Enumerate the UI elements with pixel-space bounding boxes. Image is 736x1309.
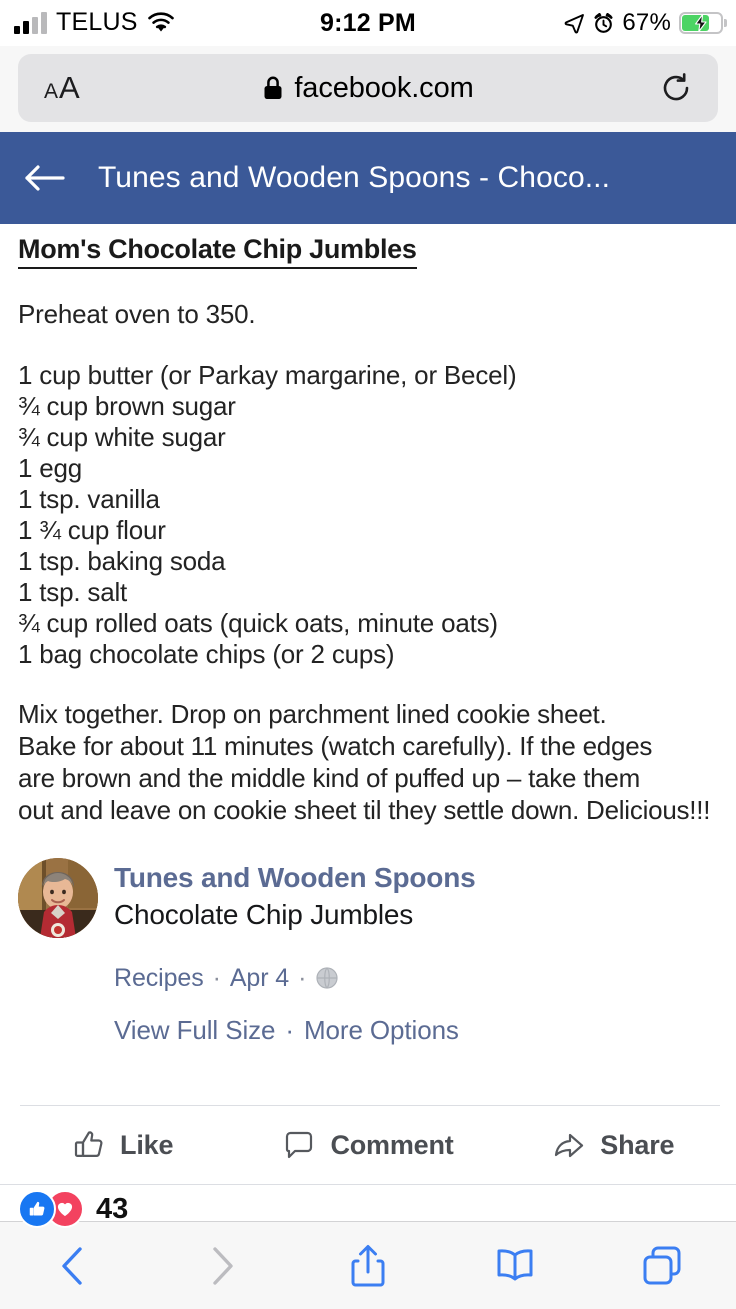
post-links: View Full Size · More Options — [18, 1015, 718, 1046]
post-attribution: Tunes and Wooden Spoons Chocolate Chip J… — [0, 858, 736, 1046]
list-item: ¾ cup brown sugar — [18, 391, 236, 421]
address-bar[interactable]: AAAA facebook.com — [18, 54, 718, 122]
browser-bookmarks-button[interactable] — [442, 1246, 589, 1286]
post-caption: Chocolate Chip Jumbles — [114, 899, 414, 930]
tabs-icon — [643, 1246, 681, 1284]
album-link[interactable]: Recipes — [114, 964, 204, 993]
browser-back-button[interactable] — [0, 1244, 147, 1288]
page-name-link[interactable]: Tunes and Wooden Spoons — [114, 860, 476, 896]
chevron-left-icon — [61, 1246, 82, 1285]
instruction-line: out and leave on cookie sheet til they s… — [18, 795, 711, 825]
view-full-size-link[interactable]: View Full Size — [114, 1015, 276, 1046]
reaction-badges — [18, 1190, 84, 1228]
chevron-right-icon — [213, 1246, 233, 1285]
instruction-line: Mix together. Drop on parchment lined co… — [18, 699, 607, 729]
ingredient-list: 1 cup butter (or Parkay margarine, or Be… — [18, 360, 718, 670]
instruction-line: are brown and the middle kind of puffed … — [18, 763, 640, 793]
recipe-title: Mom's Chocolate Chip Jumbles — [18, 234, 417, 269]
url-text: facebook.com — [294, 71, 474, 104]
list-item: 1 egg — [18, 453, 83, 483]
instruction-line: Bake for about 11 minutes (watch careful… — [18, 731, 653, 761]
location-arrow-icon — [563, 12, 585, 34]
browser-forward-button — [147, 1244, 294, 1288]
arrow-left-icon[interactable] — [22, 162, 66, 194]
status-bar: TELUS 9:12 PM 67% — [0, 0, 736, 46]
list-item: 1 bag chocolate chips (or 2 cups) — [18, 639, 395, 669]
lock-icon — [262, 75, 284, 101]
screen: TELUS 9:12 PM 67% A A facebook.com Tunes… — [0, 0, 736, 1309]
post-date: Apr 4 — [229, 964, 290, 992]
facebook-nav-header: Tunes and Wooden Spoons - Choco... — [0, 132, 736, 224]
share-button[interactable]: Share — [491, 1128, 736, 1162]
browser-url-bar-area: AAAA facebook.com — [0, 46, 736, 132]
comment-bubble-icon — [282, 1128, 316, 1162]
share-label: Share — [600, 1129, 675, 1160]
comment-label: Comment — [330, 1129, 454, 1160]
meta-separator: · — [212, 964, 221, 992]
like-label: Like — [120, 1129, 174, 1160]
meta-separator-2: · — [298, 964, 307, 992]
list-item: ¾ cup white sugar — [18, 422, 226, 452]
share-arrow-icon — [552, 1128, 586, 1162]
battery-percent-label: 67% — [622, 9, 671, 36]
list-item: 1 cup butter (or Parkay margarine, or Be… — [18, 360, 517, 390]
post-action-bar: Like Comment Share — [0, 1106, 736, 1184]
safari-bottom-toolbar — [0, 1221, 736, 1309]
list-item: 1 ¾ cup flour — [18, 515, 166, 545]
browser-tabs-button[interactable] — [589, 1245, 736, 1287]
thumbs-up-icon — [72, 1128, 106, 1162]
recipe-image-content: Mom's Chocolate Chip Jumbles Preheat ove… — [0, 224, 736, 848]
browser-share-button[interactable] — [294, 1242, 441, 1290]
like-reaction-icon — [18, 1190, 56, 1228]
list-item: 1 tsp. salt — [18, 577, 128, 607]
list-item: ¾ cup rolled oats (quick oats, minute oa… — [18, 608, 498, 638]
links-separator: · — [285, 1015, 294, 1045]
divider-below-actions — [0, 1184, 736, 1185]
alarm-clock-icon — [593, 12, 614, 34]
recipe-instructions: Mix together. Drop on parchment lined co… — [18, 698, 718, 826]
battery-charging-icon — [679, 12, 727, 34]
book-icon — [497, 1248, 533, 1280]
more-options-link[interactable]: More Options — [304, 1015, 459, 1046]
globe-icon — [315, 964, 339, 993]
avatar[interactable] — [18, 858, 98, 938]
list-item: 1 tsp. vanilla — [18, 484, 160, 514]
recipe-preheat-line: Preheat oven to 350. — [18, 299, 256, 329]
comment-button[interactable]: Comment — [245, 1128, 490, 1162]
status-bar-right: 67% — [563, 0, 727, 46]
list-item: 1 tsp. baking soda — [18, 546, 226, 576]
nav-title: Tunes and Wooden Spoons - Choco... — [98, 161, 611, 194]
url-display[interactable]: facebook.com — [18, 72, 718, 105]
post-meta: Recipes · Apr 4 · — [18, 964, 718, 993]
like-button[interactable]: Like — [0, 1128, 245, 1162]
share-icon — [351, 1244, 385, 1286]
reload-icon[interactable] — [660, 72, 692, 104]
